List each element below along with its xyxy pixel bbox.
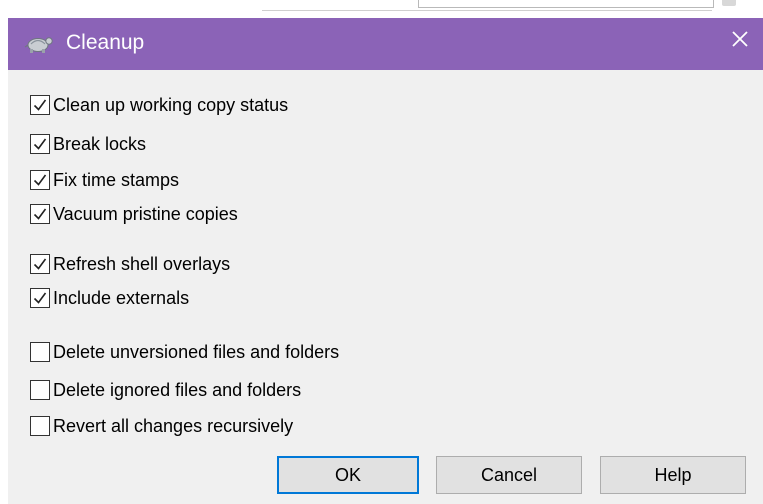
option-label: Refresh shell overlays — [53, 253, 231, 274]
checkbox-clean-up-working-copy-status[interactable] — [30, 95, 50, 115]
checkmark-icon — [33, 208, 47, 220]
tortoise-icon — [24, 31, 54, 55]
option-include-externals[interactable]: Include externals — [30, 285, 189, 311]
checkbox-include-externals[interactable] — [30, 288, 50, 308]
option-vacuum-pristine-copies[interactable]: Vacuum pristine copies — [30, 201, 238, 227]
cleanup-dialog: Cleanup Clean up working copy status Bre… — [8, 18, 763, 504]
checkbox-revert-all-changes-recursively[interactable] — [30, 416, 50, 436]
checkmark-icon — [33, 99, 47, 111]
checkbox-delete-unversioned-files-and-folders[interactable] — [30, 342, 50, 362]
close-button[interactable] — [717, 18, 763, 60]
checkbox-break-locks[interactable] — [30, 134, 50, 154]
checkmark-icon — [33, 258, 47, 270]
background-input — [418, 0, 714, 8]
option-refresh-shell-overlays[interactable]: Refresh shell overlays — [30, 251, 230, 277]
option-delete-ignored-files-and-folders[interactable]: Delete ignored files and folders — [30, 377, 301, 403]
option-label: Delete ignored files and folders — [53, 379, 302, 400]
checkbox-refresh-shell-overlays[interactable] — [30, 254, 50, 274]
option-label: Delete unversioned files and folders — [53, 341, 340, 362]
option-label: Break locks — [53, 133, 147, 154]
option-label: Include externals — [53, 287, 190, 308]
checkmark-icon — [33, 174, 47, 186]
close-icon — [732, 31, 748, 47]
option-label: Revert all changes recursively — [53, 415, 294, 436]
option-revert-all-changes-recursively[interactable]: Revert all changes recursively — [30, 413, 293, 439]
option-clean-up-working-copy-status[interactable]: Clean up working copy status — [30, 92, 288, 118]
option-label: Vacuum pristine copies — [53, 203, 238, 224]
option-label: Clean up working copy status — [53, 94, 289, 115]
ok-button[interactable]: OK — [277, 456, 419, 494]
checkmark-icon — [33, 292, 47, 304]
window-title: Cleanup — [66, 31, 145, 54]
option-break-locks[interactable]: Break locks — [30, 131, 146, 157]
option-label: Fix time stamps — [53, 169, 180, 190]
option-delete-unversioned-files-and-folders[interactable]: Delete unversioned files and folders — [30, 339, 339, 365]
title-bar[interactable]: Cleanup — [8, 18, 763, 70]
checkbox-fix-time-stamps[interactable] — [30, 170, 50, 190]
background-icon — [722, 0, 736, 6]
checkmark-icon — [33, 138, 47, 150]
option-fix-time-stamps[interactable]: Fix time stamps — [30, 167, 179, 193]
checkbox-delete-ignored-files-and-folders[interactable] — [30, 380, 50, 400]
checkbox-vacuum-pristine-copies[interactable] — [30, 204, 50, 224]
help-button[interactable]: Help — [600, 456, 746, 494]
background-window-strip — [0, 0, 763, 20]
cancel-button[interactable]: Cancel — [436, 456, 582, 494]
